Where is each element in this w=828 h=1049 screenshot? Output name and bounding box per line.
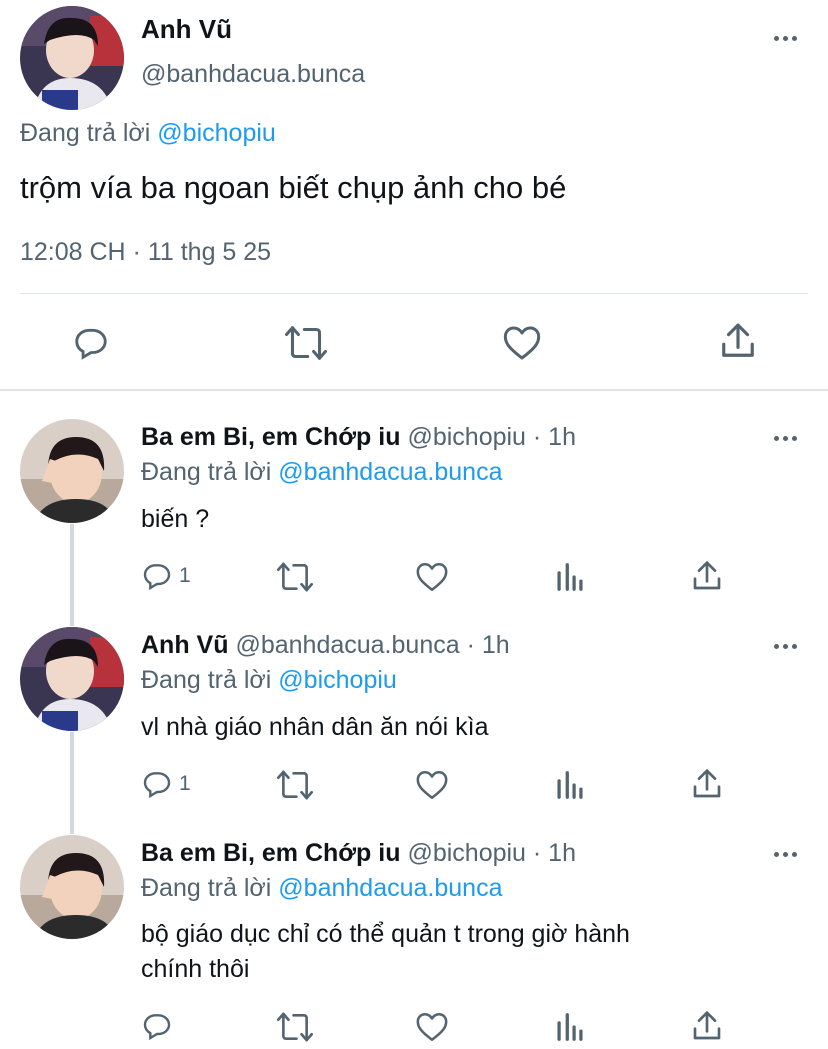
reply-text: vl nhà giáo nhân dân ăn nói kìa: [141, 713, 489, 741]
reply-author-name[interactable]: Anh Vũ: [141, 631, 229, 659]
reply-header: Anh Vũ @banhdacua.bunca · 1h: [141, 631, 510, 660]
reply-text: biến ?: [141, 505, 210, 533]
views-icon: [557, 1013, 583, 1041]
reply-to-link[interactable]: @bichopiu: [278, 666, 397, 694]
like-button[interactable]: [415, 561, 449, 593]
like-icon: [503, 326, 541, 360]
share-icon: [693, 769, 721, 798]
tweet-timestamp[interactable]: 12:08 CH · 11 thg 5 25: [20, 238, 271, 267]
reply-context: Đang trả lời @banhdacua.bunca: [141, 874, 502, 903]
reply-handle-time[interactable]: @bichopiu · 1h: [407, 423, 576, 451]
reply-icon: [75, 328, 107, 360]
reply-context: Đang trả lời @bichopiu: [141, 666, 397, 695]
like-button[interactable]: [415, 769, 449, 801]
reply-prefix: Đang trả lời: [141, 458, 272, 486]
reply-author-name[interactable]: Ba em Bi, em Chớp iu: [141, 423, 401, 451]
retweet-icon: [276, 770, 314, 800]
reply-handle-time[interactable]: @bichopiu · 1h: [407, 839, 576, 867]
avatar-reply-1[interactable]: [20, 419, 124, 523]
views-icon: [557, 563, 583, 591]
author-handle[interactable]: @banhdacua.bunca: [141, 60, 365, 89]
reply-handle-time[interactable]: @banhdacua.bunca · 1h: [235, 631, 509, 659]
reply-to-link[interactable]: @banhdacua.bunca: [278, 874, 502, 902]
avatar-reply-2[interactable]: [20, 627, 124, 731]
like-button[interactable]: [502, 324, 542, 362]
share-button[interactable]: [692, 560, 722, 592]
tweet-text: trộm vía ba ngoan biết chụp ảnh cho bé: [20, 170, 567, 205]
share-icon: [722, 323, 754, 357]
reply-header: Ba em Bi, em Chớp iu @bichopiu · 1h: [141, 423, 576, 452]
like-icon: [416, 562, 448, 592]
reply-text-line-2: chính thôi: [141, 955, 250, 983]
author-name[interactable]: Anh Vũ: [141, 14, 232, 45]
views-button[interactable]: [556, 1012, 584, 1042]
reply-button[interactable]: 1: [141, 560, 191, 592]
section-separator: [0, 389, 828, 391]
avatar-main[interactable]: [20, 6, 124, 110]
share-button[interactable]: [720, 322, 756, 360]
reply-context: Đang trả lời @banhdacua.bunca: [141, 458, 502, 487]
retweet-icon: [276, 1012, 314, 1042]
reply-header: Ba em Bi, em Chớp iu @bichopiu · 1h: [141, 839, 576, 868]
reply-prefix: Đang trả lời: [20, 119, 151, 147]
more-icon[interactable]: [774, 436, 797, 441]
reply-icon: [143, 772, 171, 799]
reply-icon: [143, 564, 171, 591]
divider: [20, 293, 808, 294]
share-button[interactable]: [692, 1010, 722, 1042]
reply-context: Đang trả lời @bichopiu: [20, 119, 276, 148]
reply-prefix: Đang trả lời: [141, 874, 272, 902]
share-icon: [693, 1011, 721, 1040]
reply-prefix: Đang trả lời: [141, 666, 272, 694]
views-icon: [557, 771, 583, 799]
reply-text-line-1: bộ giáo dục chỉ có thể quản t trong giờ …: [141, 920, 630, 948]
reply-to-link[interactable]: @banhdacua.bunca: [278, 458, 502, 486]
views-button[interactable]: [556, 770, 584, 800]
thread-line: [70, 732, 74, 834]
reply-count: 1: [179, 772, 191, 795]
like-icon: [416, 770, 448, 800]
share-icon: [693, 561, 721, 590]
thread-line: [70, 524, 74, 626]
reply-icon: [143, 1014, 171, 1041]
retweet-icon: [276, 562, 314, 592]
more-icon[interactable]: [774, 644, 797, 649]
reply-author-name[interactable]: Ba em Bi, em Chớp iu: [141, 839, 401, 867]
like-icon: [416, 1012, 448, 1042]
like-button[interactable]: [415, 1011, 449, 1043]
more-icon[interactable]: [774, 36, 797, 41]
reply-count: 1: [179, 564, 191, 587]
views-button[interactable]: [556, 562, 584, 592]
avatar-reply-3[interactable]: [20, 835, 124, 939]
more-icon[interactable]: [774, 852, 797, 857]
reply-to-link[interactable]: @bichopiu: [157, 119, 276, 147]
retweet-button[interactable]: [284, 324, 328, 362]
retweet-button[interactable]: [276, 1011, 314, 1043]
reply-button[interactable]: [141, 1010, 173, 1042]
retweet-icon: [285, 326, 327, 360]
reply-button[interactable]: [72, 324, 110, 362]
retweet-button[interactable]: [276, 561, 314, 593]
retweet-button[interactable]: [276, 769, 314, 801]
reply-button[interactable]: 1: [141, 768, 191, 800]
share-button[interactable]: [692, 768, 722, 800]
